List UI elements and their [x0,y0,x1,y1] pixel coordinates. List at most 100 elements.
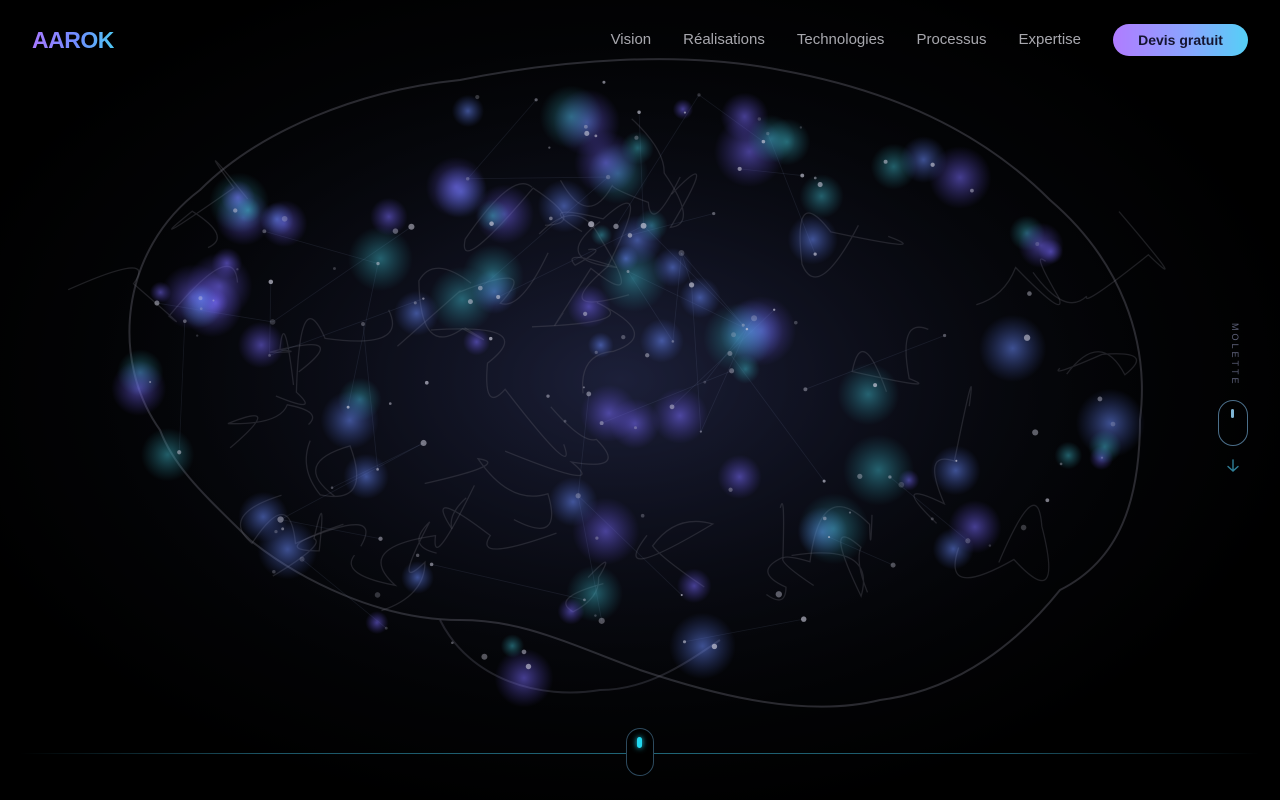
glow-node [763,118,811,166]
network-node [584,124,588,129]
network-node [333,267,336,270]
glow-node [237,321,285,369]
network-node [376,261,380,266]
network-node [415,553,420,558]
network-node [965,538,971,544]
network-node [330,486,334,489]
glow-node [365,610,389,635]
network-node [594,134,598,138]
network-node [737,166,742,171]
network-node [640,222,647,229]
network-node [281,527,285,531]
glow-node [612,215,663,265]
network-node [1097,396,1103,402]
network-node [822,516,827,521]
network-node [429,562,434,567]
network-node [678,250,685,256]
glow-node [797,493,870,565]
network-node [741,323,745,327]
network-node [1035,241,1040,246]
network-node [773,308,776,311]
network-node [682,640,687,644]
glow-node [347,226,413,292]
network-node [1110,421,1116,427]
network-node [775,591,782,598]
glow-node [343,453,389,500]
free-quote-button[interactable]: Devis gratuit [1113,24,1248,56]
network-node [800,173,805,178]
network-node [236,268,239,271]
glow-node [870,143,917,190]
network-node [594,614,597,617]
network-node [583,311,588,316]
network-node [955,459,958,462]
glow-node [979,314,1047,383]
network-node [549,216,553,221]
network-node [751,315,758,322]
nav-link-expertise[interactable]: Expertise [1018,30,1081,50]
nav-link-processus[interactable]: Processus [916,30,986,50]
glow-node [1018,222,1064,268]
glow-node [799,174,844,219]
network-node [346,405,350,409]
glow-node [494,648,554,708]
network-node [199,307,203,311]
network-node [477,285,483,291]
network-node [582,386,585,389]
network-node [361,322,365,326]
glow-node [837,363,900,426]
network-node [712,211,716,216]
network-node [1023,334,1031,341]
network-node [873,383,878,388]
network-node [822,479,826,483]
network-node [988,544,992,547]
network-node [731,332,736,338]
network-node [212,299,215,302]
glow-node [930,445,981,496]
glow-node [235,197,261,223]
network-node [268,279,274,285]
network-node [697,93,701,97]
network-node [645,353,650,358]
network-node [599,421,604,426]
network-node [594,350,598,354]
network-node [680,594,683,597]
glow-node [557,597,585,625]
network-node [626,270,630,273]
network-node [813,252,817,256]
glow-node [500,634,525,658]
network-node [930,517,934,521]
network-node [757,117,762,121]
network-node [605,174,611,180]
glow-node [425,156,487,218]
glow-node [1088,429,1122,464]
glow-node [537,179,591,233]
network-node [525,663,532,670]
glow-node [401,561,434,594]
brand-logo[interactable]: AAROK [32,26,114,54]
network-node [729,368,735,374]
nav-link-vision[interactable]: Vision [611,30,652,50]
scroll-hint: MOLETTE [1216,318,1250,483]
scroll-indicator-mouse-icon[interactable] [626,728,654,776]
network-node [699,430,702,433]
network-node [281,215,288,222]
glow-node [320,391,379,450]
network-node [857,473,863,479]
glow-node [653,247,693,287]
glow-node [211,247,243,279]
network-node [378,536,383,541]
network-node [583,598,586,602]
network-node [799,126,803,129]
nav-link-technologies[interactable]: Technologies [797,30,885,50]
top-navigation: AAROK Vision Réalisations Technologies P… [0,0,1280,80]
glow-node [787,214,838,265]
network-node [548,146,551,149]
brain-network-illustration [67,50,1166,710]
nav-link-realisations[interactable]: Réalisations [683,30,765,50]
network-node [1059,462,1063,466]
network-node [489,336,493,341]
network-node [420,439,427,446]
network-node [392,228,399,234]
network-node [890,562,896,568]
